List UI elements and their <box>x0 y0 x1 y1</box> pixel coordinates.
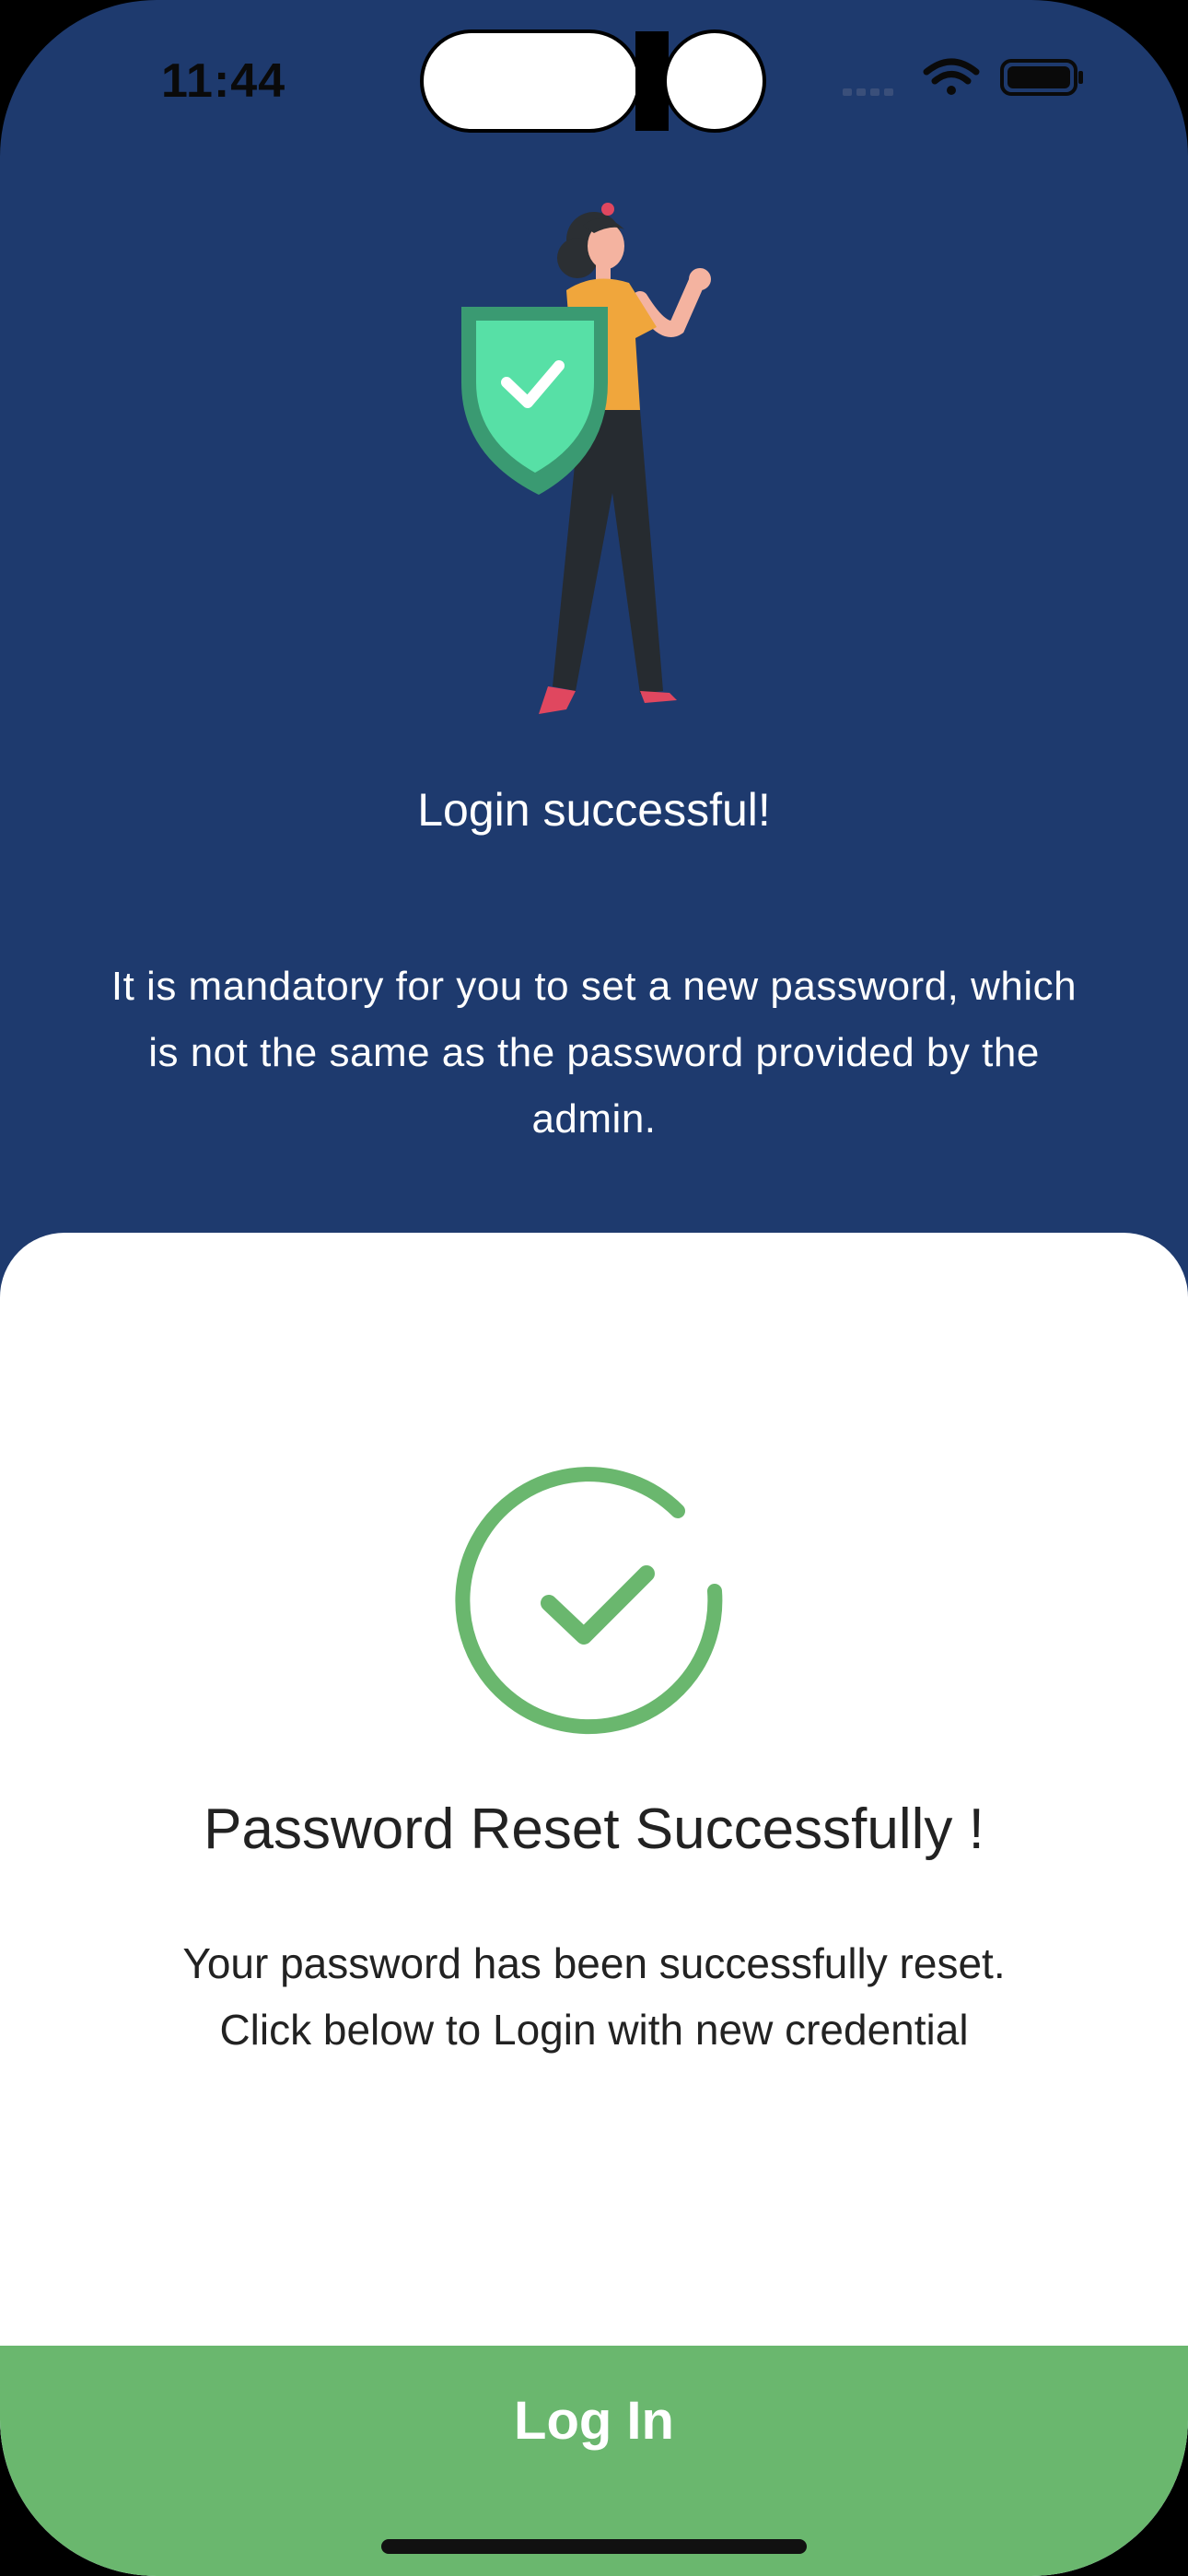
wifi-icon <box>923 58 980 95</box>
dynamic-island <box>420 29 641 133</box>
reset-message-line-2: Click below to Login with new credential <box>219 2006 969 2054</box>
login-button-label: Log In <box>514 2391 674 2451</box>
reset-success-message: Your password has been successfully rese… <box>92 1930 1096 2063</box>
dynamic-island-camera <box>663 29 766 133</box>
status-time: 11:44 <box>161 54 286 108</box>
login-success-title: Login successful! <box>417 784 771 836</box>
password-requirement-message: It is mandatory for you to set a new pas… <box>111 964 1077 1142</box>
security-illustration <box>461 203 711 714</box>
battery-icon <box>1000 59 1083 96</box>
reset-message-line-1: Your password has been successfully rese… <box>182 1939 1006 1987</box>
check-circle-icon <box>455 1467 723 1735</box>
app-screen: 11:44 Login successful! It is mandatory … <box>0 0 1188 2576</box>
signal-icon <box>843 88 893 96</box>
status-icons <box>843 58 1083 96</box>
status-bar: 11:44 <box>0 0 1188 157</box>
reset-success-title: Password Reset Successfully ! <box>204 1797 984 1861</box>
home-indicator[interactable] <box>381 2539 807 2554</box>
